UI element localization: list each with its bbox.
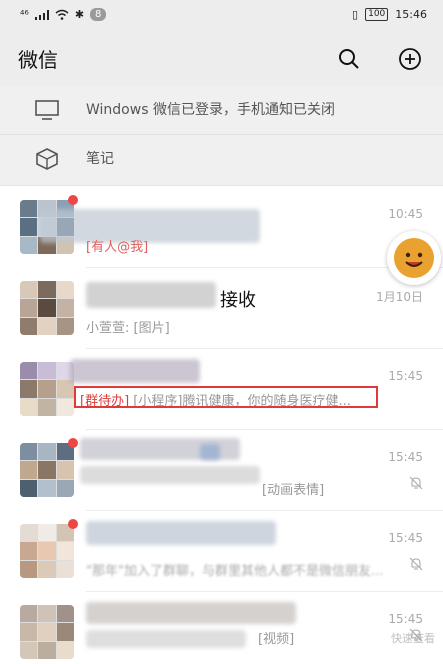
chat-time: 10:45 <box>388 207 423 221</box>
mute-bell-icon <box>409 557 423 571</box>
chat-time: 15:45 <box>388 369 423 383</box>
chat-message: [动画表情] <box>262 483 325 498</box>
blurred-name <box>86 521 276 545</box>
page-title: 微信 <box>18 48 58 72</box>
chat-item[interactable]: 15:45 "那年"加入了群聊，与群里其他人都不是微信朋友... <box>0 511 443 591</box>
unread-dot <box>68 438 78 448</box>
status-right: ▯ 100 15:46 <box>352 8 427 21</box>
status-left: ⁴⁶ ✱ 8 <box>20 8 107 21</box>
blurred-name <box>86 282 216 308</box>
windows-login-notice[interactable]: Windows 微信已登录，手机通知已关闭 <box>0 86 443 135</box>
add-button[interactable] <box>396 45 424 73</box>
chat-time: 1月10日 <box>376 290 423 304</box>
search-button[interactable] <box>335 45 363 73</box>
signal-icon: ⁴⁶ <box>20 8 29 21</box>
unread-dot <box>68 195 78 205</box>
chat-item[interactable]: 10:45 [有人@我] <box>0 187 443 267</box>
cube-icon <box>36 148 58 170</box>
chat-item[interactable]: 15:45 [动画表情] <box>0 430 443 510</box>
blurred-preview <box>86 630 246 648</box>
blurred-preview <box>80 466 260 484</box>
status-bar: ⁴⁶ ✱ 8 ▯ 100 15:46 <box>0 0 443 32</box>
chat-time: 15:45 <box>388 612 423 626</box>
blurred-name <box>86 602 296 624</box>
notification-count-badge: 8 <box>90 8 107 21</box>
signal-bars-icon <box>34 9 49 20</box>
smiley-face-icon <box>396 240 432 276</box>
bluetooth-icon: ✱ <box>74 8 85 21</box>
blurred-name <box>70 359 200 383</box>
chat-message: "那年"加入了群聊，与群里其他人都不是微信朋友... <box>86 564 384 579</box>
floating-avatar-image <box>394 238 434 278</box>
mute-bell-icon <box>409 476 423 490</box>
watermark: 快速查看 <box>391 632 435 645</box>
chat-time: 15:45 <box>388 531 423 545</box>
battery-icon: 100 <box>365 8 389 21</box>
app-header: 微信 <box>0 32 443 86</box>
chat-message: [视频] <box>258 632 295 647</box>
avatar <box>20 281 74 335</box>
avatar <box>20 524 74 578</box>
search-icon <box>339 49 359 69</box>
avatar <box>20 443 74 497</box>
blurred-name <box>40 209 260 243</box>
status-time: 15:46 <box>395 8 427 21</box>
avatar <box>20 362 74 416</box>
plus-circle-icon <box>399 48 421 70</box>
chat-name-suffix: 接收 <box>220 290 256 311</box>
windows-login-text: Windows 微信已登录，手机通知已关闭 <box>86 102 335 118</box>
vibrate-icon: ▯ <box>352 8 359 21</box>
chat-message: 小萱萱: [图片] <box>86 321 170 336</box>
avatar <box>20 605 74 659</box>
chat-message: [有人@我] <box>86 240 149 255</box>
notes-text: 笔记 <box>86 151 114 167</box>
chat-item[interactable]: 15:45 [视频] <box>0 592 443 664</box>
floating-avatar-bubble[interactable] <box>387 231 441 285</box>
blurred-emoji <box>200 444 220 460</box>
unread-dot <box>68 519 78 529</box>
chat-time: 15:45 <box>388 450 423 464</box>
monitor-icon <box>35 100 59 120</box>
chat-item[interactable]: 接收 1月10日 小萱萱: [图片] <box>0 268 443 348</box>
highlight-box <box>74 386 378 408</box>
notes-entry[interactable]: 笔记 <box>0 135 443 186</box>
wifi-icon <box>55 9 69 20</box>
